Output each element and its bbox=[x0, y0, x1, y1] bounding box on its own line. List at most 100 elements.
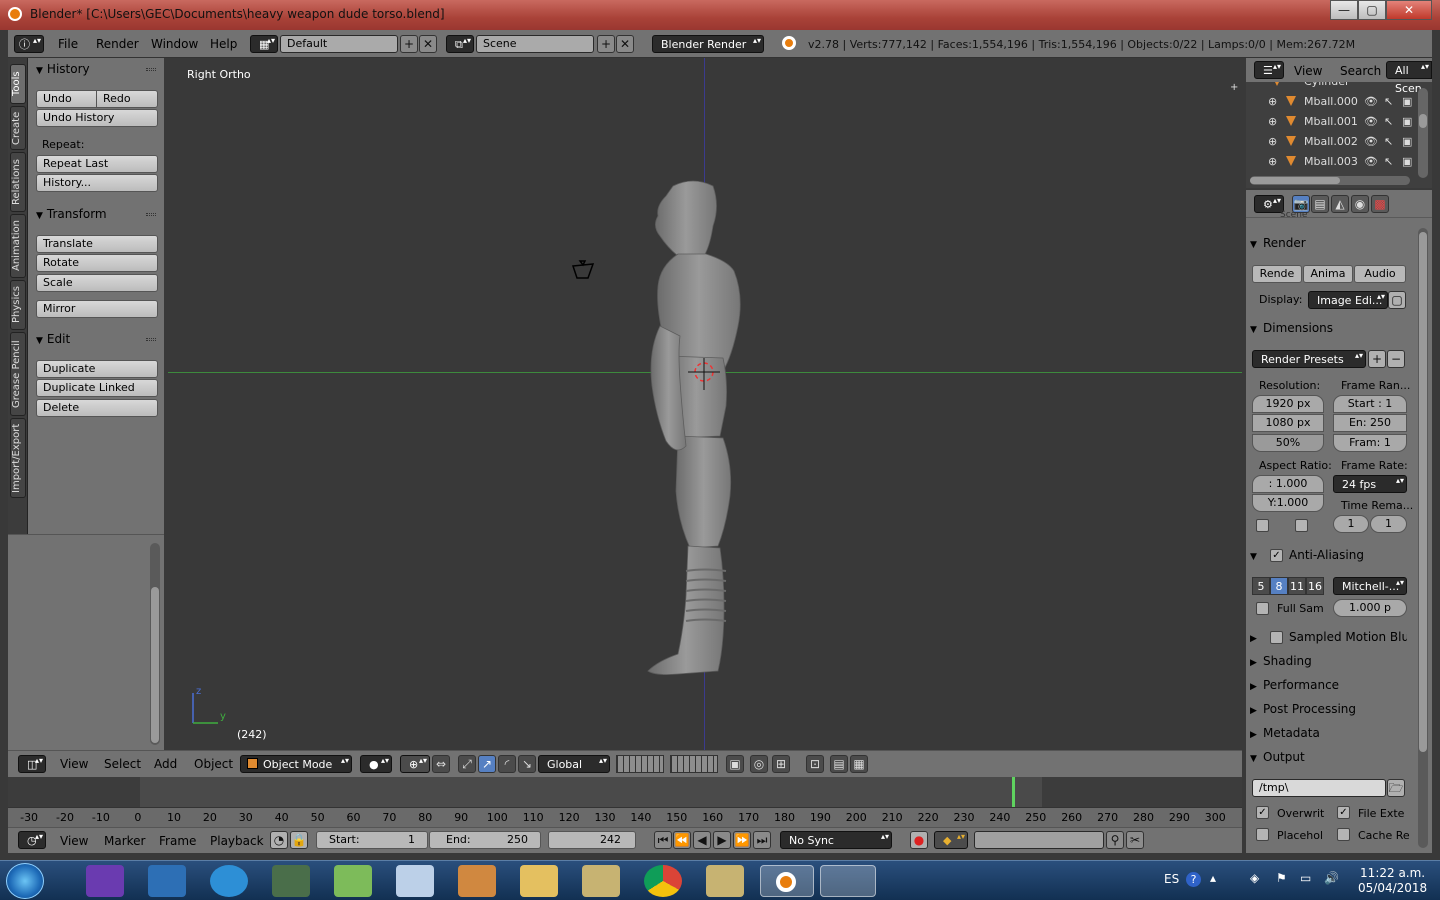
eye-icon[interactable]: 👁 bbox=[1364, 112, 1378, 132]
proportional-edit-icon[interactable]: ◎ bbox=[750, 755, 768, 773]
remove-preset-button[interactable]: − bbox=[1387, 350, 1405, 368]
snap-manip-icon[interactable]: ↘ bbox=[518, 755, 536, 773]
character-mesh[interactable] bbox=[638, 176, 758, 681]
pivot-dropdown[interactable]: ⊕ bbox=[400, 755, 430, 773]
outliner-item[interactable]: ⊕ Mball.000 👁 ↖ ▣ bbox=[1246, 92, 1416, 112]
duplicate-linked-button[interactable]: Duplicate Linked bbox=[36, 379, 158, 397]
motion-blur-checkbox[interactable] bbox=[1270, 631, 1283, 644]
lock-interface-icon[interactable]: ▢ bbox=[1388, 291, 1406, 309]
display-dropdown[interactable]: Image Edi... bbox=[1308, 291, 1388, 309]
frame-step-field[interactable]: Fram: 1 bbox=[1333, 434, 1407, 452]
time-remap-new-field[interactable]: 1 bbox=[1370, 515, 1407, 533]
3d-cursor-icon[interactable] bbox=[688, 358, 720, 390]
visual-studio-icon[interactable] bbox=[86, 865, 124, 897]
keying-set-field[interactable] bbox=[974, 831, 1104, 849]
shading-dropdown[interactable]: ● bbox=[360, 755, 392, 773]
layout-icon[interactable]: ▦ bbox=[250, 35, 278, 53]
performance-section-header[interactable]: ▶ Performance bbox=[1250, 674, 1410, 696]
translate-button[interactable]: Translate bbox=[36, 235, 158, 253]
full-sample-checkbox[interactable] bbox=[1256, 602, 1269, 615]
history-button[interactable]: History... bbox=[36, 174, 158, 192]
insert-keyframe-icon[interactable]: ⚲ bbox=[1106, 831, 1124, 849]
output-section-header[interactable]: ▼ Output bbox=[1250, 746, 1410, 768]
antialiasing-checkbox[interactable]: ✓ bbox=[1270, 549, 1283, 562]
layout-field[interactable]: Default bbox=[280, 35, 398, 53]
aa-samples-11[interactable]: 11 bbox=[1288, 577, 1306, 595]
terminal-icon[interactable] bbox=[272, 865, 310, 897]
flag-icon[interactable]: ⚑ bbox=[1276, 871, 1287, 885]
playhead[interactable] bbox=[1012, 777, 1015, 807]
render-icon[interactable]: ▣ bbox=[1402, 92, 1412, 112]
record-icon[interactable]: ● bbox=[910, 831, 928, 849]
editor-type-timeline-icon[interactable]: ◷ bbox=[18, 831, 46, 849]
jump-keyframe-forward-icon[interactable]: ⏩ bbox=[733, 831, 751, 849]
browse-folder-icon[interactable]: 🗁 bbox=[1387, 779, 1405, 797]
cursor-select-icon[interactable]: ↖ bbox=[1384, 112, 1393, 132]
render-anim-opengl-icon[interactable]: ▦ bbox=[850, 755, 868, 773]
tab-grease-pencil[interactable]: Grease Pencil bbox=[10, 332, 26, 416]
maximize-button[interactable]: ▢ bbox=[1358, 0, 1386, 20]
add-scene-button[interactable]: + bbox=[597, 35, 615, 53]
menu-outliner-view[interactable]: View bbox=[1294, 64, 1322, 78]
editor-type-3d-icon[interactable]: ◫ bbox=[18, 755, 46, 773]
snap-target-icon[interactable]: ⊡ bbox=[806, 755, 824, 773]
resolution-percentage-field[interactable]: 50% bbox=[1252, 434, 1324, 452]
post-processing-section-header[interactable]: ▶ Post Processing bbox=[1250, 698, 1410, 720]
play-reverse-icon[interactable]: ◀ bbox=[693, 831, 711, 849]
lock-layer-icon[interactable]: ▣ bbox=[726, 755, 744, 773]
overwrite-checkbox[interactable]: ✓ bbox=[1256, 806, 1269, 819]
world-tab-icon[interactable]: ◉ bbox=[1351, 195, 1369, 213]
jump-end-icon[interactable]: ⏭ bbox=[753, 831, 771, 849]
properties-scrollbar[interactable] bbox=[1418, 228, 1428, 848]
image-viewer-2-icon[interactable] bbox=[706, 865, 744, 897]
repeat-last-button[interactable]: Repeat Last bbox=[36, 155, 158, 173]
menu-object[interactable]: Object bbox=[194, 757, 233, 771]
layers-grid-1[interactable] bbox=[616, 755, 664, 773]
transform-panel-header[interactable]: ▼ Transform bbox=[28, 203, 164, 225]
operator-scrollbar[interactable] bbox=[150, 543, 160, 745]
timeline-editor[interactable]: -30 -20 -10 0 10 20 30 40 50 60 70 80 90 100 110 120 130… bbox=[8, 777, 1242, 827]
render-animation-button[interactable]: Anima bbox=[1303, 265, 1353, 283]
metadata-section-header[interactable]: ▶ Metadata bbox=[1250, 722, 1410, 744]
edit-panel-header[interactable]: ▼ Edit bbox=[28, 328, 164, 350]
time-remap-old-field[interactable]: 1 bbox=[1333, 515, 1369, 533]
media-player-icon[interactable] bbox=[148, 865, 186, 897]
menu-outliner-search[interactable]: Search bbox=[1340, 64, 1381, 78]
layers-grid-2[interactable] bbox=[670, 755, 718, 773]
blender-taskbar-icon[interactable] bbox=[760, 865, 814, 897]
tab-import-export[interactable]: Import/Export bbox=[10, 418, 26, 498]
mirror-button[interactable]: Mirror bbox=[36, 300, 158, 318]
eye-icon[interactable]: 👁 bbox=[1364, 152, 1378, 172]
app-icon[interactable] bbox=[334, 865, 372, 897]
aspect-y-field[interactable]: Y:1.000 bbox=[1252, 494, 1324, 512]
outliner-item[interactable]: ⊕ Mball.002 👁 ↖ ▣ bbox=[1246, 132, 1416, 152]
undo-history-button[interactable]: Undo History bbox=[36, 109, 158, 127]
expand-icon[interactable]: ⊕ bbox=[1268, 152, 1277, 172]
close-button[interactable]: ✕ bbox=[1386, 0, 1432, 20]
file-explorer-icon[interactable] bbox=[520, 865, 558, 897]
aa-samples-5[interactable]: 5 bbox=[1252, 577, 1270, 595]
cursor-select-icon[interactable]: ↖ bbox=[1384, 132, 1393, 152]
render-engine-dropdown[interactable]: Blender Render bbox=[652, 35, 764, 53]
add-preset-button[interactable]: + bbox=[1368, 350, 1386, 368]
jump-keyframe-back-icon[interactable]: ⏪ bbox=[673, 831, 691, 849]
remove-layout-button[interactable]: ✕ bbox=[419, 35, 437, 53]
clock[interactable]: 11:22 a.m. 05/04/2018 bbox=[1358, 866, 1427, 896]
file-extensions-checkbox[interactable]: ✓ bbox=[1337, 806, 1350, 819]
outliner-h-scrollbar[interactable] bbox=[1250, 176, 1410, 185]
duplicate-button[interactable]: Duplicate bbox=[36, 360, 158, 378]
timeline-ruler[interactable]: -30 -20 -10 0 10 20 30 40 50 60 70 80 90 100 110 120 130… bbox=[8, 807, 1242, 827]
editor-type-outliner-icon[interactable]: ☰ bbox=[1254, 61, 1284, 79]
expand-icon[interactable]: ⊕ bbox=[1268, 92, 1277, 112]
outliner-item[interactable]: ⊕ Mball.003 👁 ↖ ▣ bbox=[1246, 152, 1416, 172]
editor-type-info-icon[interactable]: ⓘ bbox=[14, 35, 44, 53]
render-image-button[interactable]: Rende bbox=[1252, 265, 1302, 283]
translate-manip-icon[interactable]: ⤢ bbox=[458, 755, 476, 773]
play-icon[interactable]: ▶ bbox=[713, 831, 731, 849]
snap-icon[interactable]: ⊞ bbox=[772, 755, 790, 773]
tab-physics[interactable]: Physics bbox=[10, 280, 26, 330]
eye-icon[interactable]: 👁 bbox=[1364, 132, 1378, 152]
scene-field[interactable]: Scene bbox=[476, 35, 594, 53]
display-mode-dropdown[interactable]: All Scen bbox=[1386, 61, 1432, 95]
manipulator-toggle[interactable]: ⇔ bbox=[432, 755, 450, 773]
